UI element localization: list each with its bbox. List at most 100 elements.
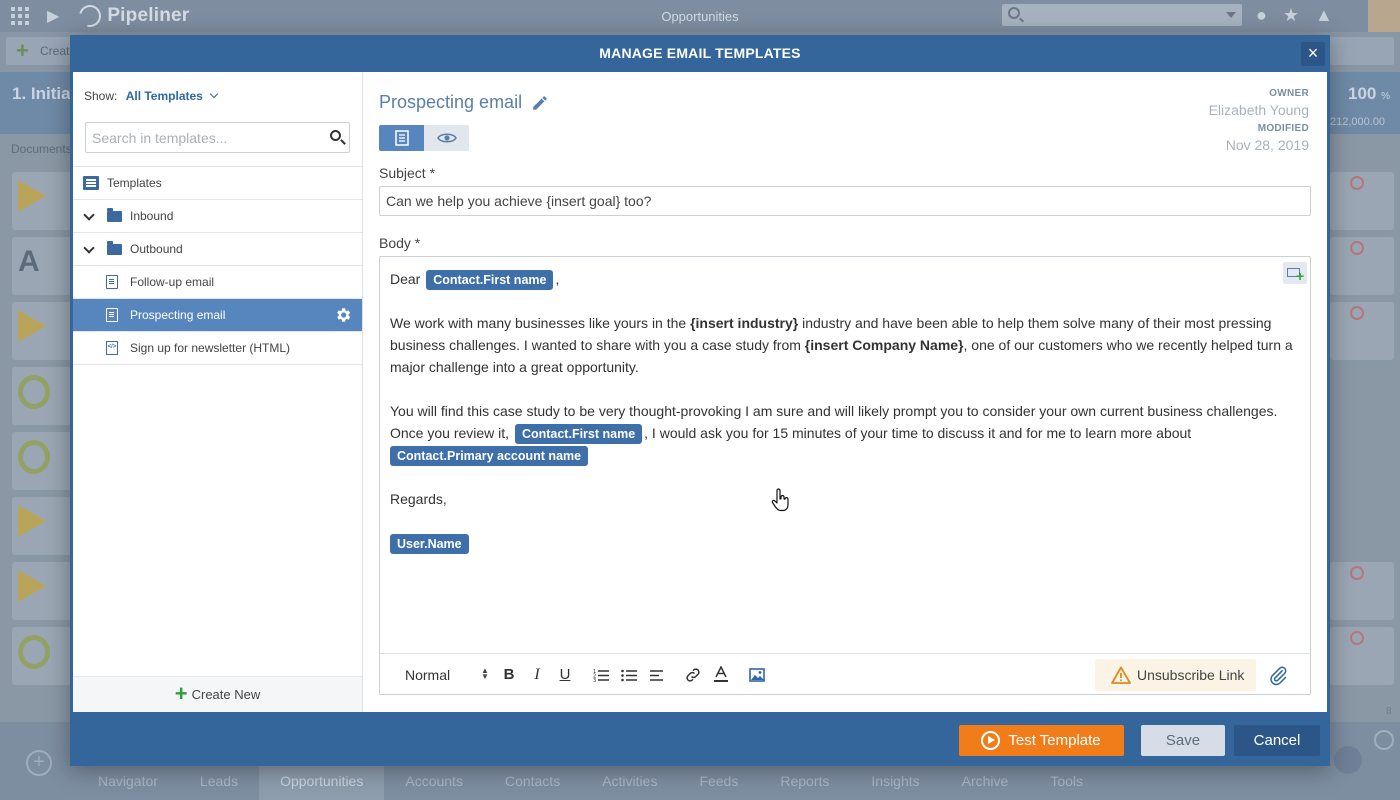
plus-icon: + [16,38,29,63]
body-paragraph: You will find this case study to be very… [390,400,1295,466]
nav-item-tools[interactable]: Tools [1029,766,1104,800]
tree-folder-outbound[interactable]: Outbound [73,233,362,266]
stage-percent: 100 % [1348,84,1390,104]
create-new-button[interactable]: + Create New [73,676,362,712]
search-icon[interactable] [330,130,341,141]
right-card[interactable] [1330,302,1394,360]
link-button[interactable] [679,661,707,689]
warning-icon [1111,666,1131,684]
folder-icon [107,207,122,222]
chevron-down-icon[interactable] [83,241,95,254]
paperclip-icon[interactable] [1268,664,1288,686]
body-paragraph: We work with many businesses like yours … [390,312,1295,378]
create-button[interactable]: + Creat [6,37,70,65]
tree-item-sign-up-newsletter[interactable]: </> Sign up for newsletter (HTML) [73,332,362,365]
test-template-button[interactable]: Test Template [959,725,1124,756]
ordered-list-button[interactable]: 123 [587,661,615,689]
nav-item-opportunities[interactable]: Opportunities [259,766,385,800]
play-icon [981,731,1000,750]
toolbar-dropdown[interactable] [1330,37,1394,65]
align-left-icon [650,669,663,681]
app-search-box[interactable] [1002,4,1242,26]
opportunity-card[interactable] [12,367,72,425]
right-card[interactable] [1330,172,1394,230]
chevron-down-icon[interactable] [83,208,95,221]
opportunity-card[interactable] [12,627,72,685]
ban-icon [1350,306,1364,320]
opportunity-card[interactable] [12,562,72,620]
subject-input[interactable]: Can we help you achieve {insert goal} to… [379,186,1311,216]
underline-button[interactable]: U [551,661,579,689]
tree-item-prospecting-email[interactable]: Prospecting email [73,299,362,332]
document-icon [106,275,118,289]
nav-item-navigator[interactable]: Navigator [77,766,179,800]
ban-icon [1350,241,1364,255]
nav-item-contacts[interactable]: Contacts [484,766,581,800]
opportunity-card[interactable] [12,497,72,555]
tree-item-label: Templates [107,176,162,190]
opportunity-card[interactable] [12,302,72,360]
user-avatar[interactable] [1368,0,1400,32]
italic-button[interactable]: I [523,661,551,689]
format-select[interactable]: Normal ▲ ▼ [405,666,495,683]
close-button[interactable]: × [1301,42,1325,66]
merge-field-chip[interactable]: User.Name [390,534,469,554]
nav-item-leads[interactable]: Leads [179,766,259,800]
opportunity-card[interactable]: A [12,237,72,295]
chevron-circle-icon[interactable] [1374,730,1394,750]
bullet-list-icon [621,669,637,681]
align-button[interactable] [643,661,671,689]
tree-folder-inbound[interactable]: Inbound [73,200,362,233]
nav-item-insights[interactable]: Insights [850,766,940,800]
page-number: 8 [1386,706,1392,717]
tree-item-follow-up-email[interactable]: Follow-up email [73,266,362,299]
preview-mode-button[interactable] [424,125,469,151]
body-editor[interactable]: + Dear Contact.First name, We work with … [379,256,1311,695]
edit-mode-button[interactable] [379,125,424,151]
merge-field-chip[interactable]: Contact.First name [426,270,554,290]
nav-item-feeds[interactable]: Feeds [678,766,759,800]
apps-grid-icon[interactable] [11,7,29,25]
link-icon [686,667,700,682]
pipeliner-logo-icon [75,0,106,32]
megaphone-icon[interactable]: ▶ [47,6,59,26]
pencil-icon[interactable] [531,94,549,112]
gear-icon[interactable] [334,306,352,324]
opportunity-card[interactable] [12,432,72,490]
svg-text:3: 3 [593,678,596,682]
image-button[interactable] [743,661,771,689]
nav-item-activities[interactable]: Activities [581,766,678,800]
bold-button[interactable]: B [495,661,523,689]
tree-item-templates[interactable]: Templates [73,167,362,200]
ban-icon [1350,631,1364,645]
text-color-button[interactable] [707,661,735,689]
nav-item-reports[interactable]: Reports [759,766,850,800]
template-name: Prospecting email [379,92,523,112]
tree-item-label: Follow-up email [130,275,215,289]
nav-item-archive[interactable]: Archive [941,766,1030,800]
template-search-input[interactable] [86,123,316,152]
star-icon[interactable]: ★ [1283,5,1299,26]
placeholder-text: {insert industry} [690,315,799,331]
merge-field-chip[interactable]: Contact.Primary account name [390,446,589,466]
show-filter-dropdown[interactable]: All Templates [126,89,219,103]
ban-icon [1350,176,1364,190]
tree-item-label: Outbound [130,242,183,256]
bell-icon[interactable]: ● [1256,5,1267,26]
merge-field-chip[interactable]: Contact.First name [514,424,643,444]
bottom-navigation: Navigator Leads Opportunities Accounts Conta… [0,766,1400,800]
editor-toolbar: Normal ▲ ▼ B I U 123 Unsubscribe Link [380,653,1310,695]
unsubscribe-link-button[interactable]: Unsubscribe Link [1095,659,1257,691]
right-card[interactable] [1330,562,1394,620]
opportunity-card[interactable] [12,172,72,230]
body-content[interactable]: Dear Contact.First name, We work with ma… [390,268,1295,576]
bullet-list-button[interactable] [615,661,643,689]
nav-item-accounts[interactable]: Accounts [384,766,484,800]
graduation-cap-icon[interactable]: ▲ [1315,5,1333,26]
right-card[interactable] [1330,627,1394,685]
search-icon [1008,7,1020,19]
save-button[interactable]: Save [1141,725,1225,756]
cancel-button[interactable]: Cancel [1234,725,1320,756]
right-card[interactable] [1330,237,1394,295]
modified-value: Nov 28, 2019 [1225,137,1309,153]
